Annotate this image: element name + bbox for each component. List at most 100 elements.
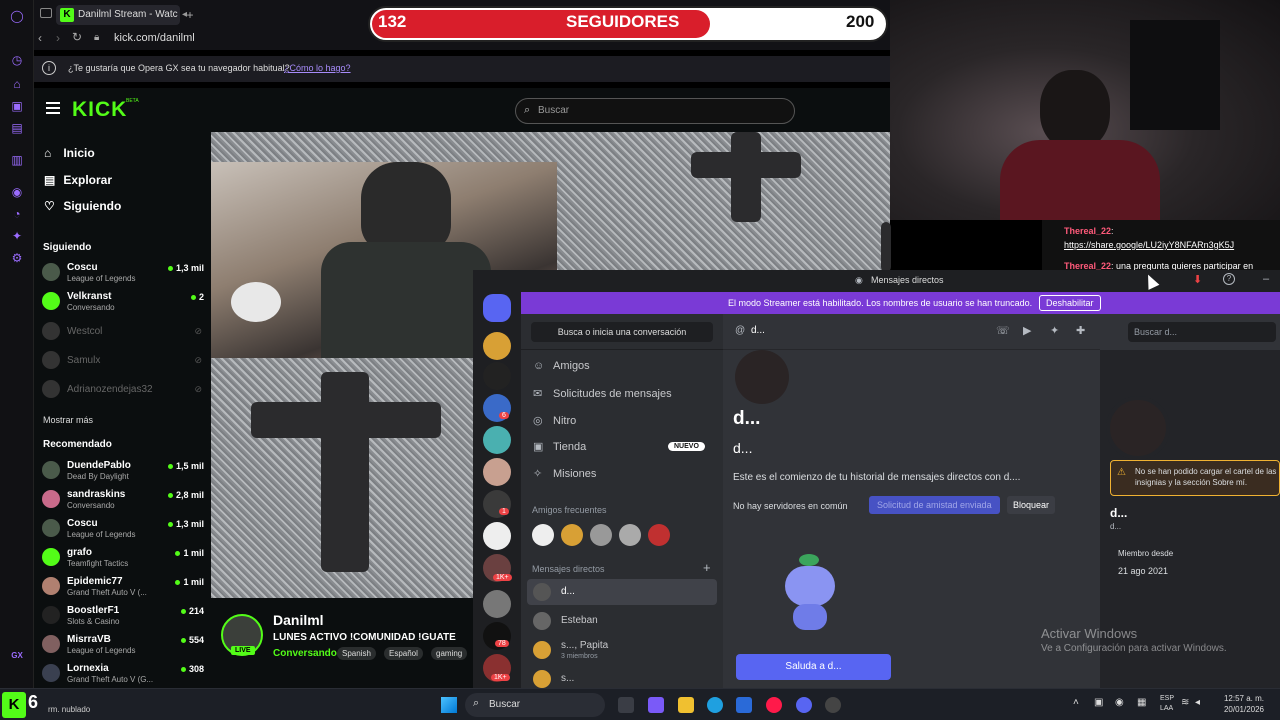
url-field[interactable]: kick.com/danilml <box>114 32 195 44</box>
workspace-icon[interactable] <box>40 8 52 18</box>
friend-request-sent-button[interactable]: Solicitud de amistad enviada <box>869 496 1000 514</box>
nav-amigos[interactable]: ☺ Amigos <box>533 360 590 372</box>
server-icon[interactable] <box>483 426 511 454</box>
following-channel[interactable]: Adrianozendejas32 ⊘ <box>42 377 204 403</box>
clock-date[interactable]: 20/01/2026 <box>1218 705 1264 714</box>
file-explorer-icon[interactable] <box>678 697 694 713</box>
help-icon[interactable]: ? <box>1223 273 1235 285</box>
tag-chip[interactable]: Español <box>384 647 423 660</box>
friend-avatar[interactable] <box>590 524 612 546</box>
dm-item[interactable]: s... <box>527 668 717 688</box>
conversation-search-input[interactable]: Buscar d... <box>1128 322 1276 342</box>
following-channel[interactable]: Samulx ⊘ <box>42 348 204 374</box>
infobar-link[interactable]: ¿Cómo lo hago? <box>284 63 351 73</box>
tray-app-icon[interactable]: ▦ <box>1137 697 1146 708</box>
server-icon[interactable] <box>483 362 511 390</box>
server-icon[interactable] <box>483 458 511 486</box>
opera-logo-icon[interactable]: ◯ <box>9 8 25 24</box>
recommended-channel[interactable]: grafo Teamfight Tactics 1 mil <box>42 545 204 571</box>
pin-icon[interactable]: ✦ <box>1050 324 1059 337</box>
recommended-channel[interactable]: MisrraVB League of Legends 554 <box>42 632 204 658</box>
wifi-icon[interactable]: ≋ <box>1181 697 1189 708</box>
friend-avatar[interactable] <box>561 524 583 546</box>
reload-icon[interactable]: ↻ <box>72 30 82 44</box>
volume-icon[interactable]: ◂ <box>1195 697 1200 708</box>
settings-gear-icon[interactable]: ⚙ <box>9 250 25 266</box>
tab-kick-stream[interactable]: K Danilml Stream - Watc <box>56 5 180 25</box>
add-friends-icon[interactable]: ✚ <box>1076 324 1085 337</box>
add-dm-button[interactable]: + <box>703 560 711 575</box>
tray-chevron-icon[interactable]: ˄ <box>1073 697 1079 708</box>
find-conversation-input[interactable]: Busca o inicia una conversación <box>531 322 713 342</box>
wave-button[interactable]: Saluda a d... <box>736 654 891 680</box>
back-arrow-icon[interactable]: ‹ <box>38 31 42 45</box>
language-indicator[interactable]: ESP <box>1160 695 1174 702</box>
show-more-link[interactable]: Mostrar más <box>43 415 93 425</box>
discord-taskbar-icon[interactable] <box>796 697 812 713</box>
stream-category[interactable]: Conversando <box>273 648 337 659</box>
nav-siguiendo[interactable]: ♡ Siguiendo <box>44 199 121 213</box>
controller-icon[interactable]: ▣ <box>9 98 25 114</box>
copilot-icon[interactable] <box>648 697 664 713</box>
clock-time[interactable]: 12:57 a. m. <box>1218 694 1264 703</box>
dm-item[interactable]: Esteban <box>527 608 717 634</box>
discord-home-icon[interactable] <box>483 294 511 322</box>
block-button[interactable]: Bloquear <box>1007 496 1056 514</box>
kick-logo[interactable]: KICK <box>72 98 127 122</box>
following-channel[interactable]: Velkranst Conversando 2 <box>42 289 204 315</box>
disable-streamer-button[interactable]: Deshabilitar <box>1039 295 1101 311</box>
opera-gx-icon[interactable] <box>766 697 782 713</box>
recommended-channel[interactable]: BoostlerF1 Slots & Casino 214 <box>42 603 204 629</box>
friend-avatar[interactable] <box>532 524 554 546</box>
server-icon[interactable] <box>483 522 511 550</box>
windows-start-icon[interactable] <box>441 697 457 713</box>
nav-misiones[interactable]: ✧ Misiones <box>533 467 596 480</box>
video-call-icon[interactable]: ▶ <box>1023 324 1031 337</box>
tray-app-icon[interactable]: ▣ <box>1094 697 1103 708</box>
call-icon[interactable]: ☏ <box>996 324 1010 337</box>
forward-arrow-icon[interactable]: › <box>56 31 60 45</box>
nav-tienda[interactable]: ▣ Tienda <box>533 440 586 453</box>
player-icon[interactable]: ◉ <box>9 184 25 200</box>
tray-app-icon[interactable]: ◉ <box>1115 697 1124 708</box>
nav-inicio[interactable]: ⌂ Inicio <box>44 146 95 160</box>
speed-dial-icon[interactable]: ◷ <box>9 52 25 68</box>
dm-item[interactable]: d... <box>527 579 717 605</box>
recommended-channel[interactable]: Epidemic77 Grand Theft Auto V (... 1 mil <box>42 574 204 600</box>
taskbar-search[interactable]: ⌕ Buscar <box>465 693 605 717</box>
task-view-icon[interactable] <box>618 697 634 713</box>
bag-icon[interactable]: ⌂ <box>9 76 25 92</box>
store-icon[interactable] <box>736 697 752 713</box>
extensions-icon[interactable]: ✦ <box>9 228 25 244</box>
history-icon[interactable]: ◔ <box>9 206 25 222</box>
channel-name[interactable]: Danilml <box>273 612 324 628</box>
recommended-channel[interactable]: Lornexia Grand Theft Auto V (G... 308 <box>42 661 204 687</box>
nav-nitro[interactable]: ◎ Nitro <box>533 414 576 427</box>
dm-item[interactable]: s..., Papita 3 miembros <box>527 636 717 666</box>
tag-chip[interactable]: Spanish <box>337 647 376 660</box>
language-indicator-sub[interactable]: LAA <box>1160 705 1173 712</box>
server-icon[interactable] <box>483 332 511 360</box>
chat-link[interactable]: https://share.google/LU2iyY8NFARn3gK5J <box>1064 240 1234 250</box>
recommended-channel[interactable]: DuendePablo Dead By Daylight 1,5 mil <box>42 458 204 484</box>
server-icon[interactable] <box>483 590 511 618</box>
kick-search-input[interactable]: ⌕ Buscar <box>515 98 795 124</box>
menu-hamburger-icon[interactable] <box>46 102 60 104</box>
messenger-icon[interactable]: ▤ <box>9 120 25 136</box>
friend-avatar[interactable] <box>619 524 641 546</box>
minimize-icon[interactable]: – <box>1263 273 1269 285</box>
new-tab-button[interactable]: + <box>184 5 196 25</box>
tag-chip[interactable]: gaming <box>431 647 468 660</box>
nav-explorar[interactable]: ▤ Explorar <box>44 173 112 187</box>
following-channel[interactable]: Coscu League of Legends 1,3 mil <box>42 260 204 286</box>
friend-avatar[interactable] <box>648 524 670 546</box>
nav-solicitudes[interactable]: ✉ Solicitudes de mensajes <box>533 387 672 400</box>
recommended-channel[interactable]: Coscu League of Legends 1,3 mil <box>42 516 204 542</box>
obs-icon[interactable] <box>825 697 841 713</box>
twitch-icon[interactable]: ▥ <box>9 152 25 168</box>
edge-icon[interactable] <box>707 697 723 713</box>
gx-corner-label[interactable]: GX <box>9 648 25 664</box>
following-channel[interactable]: Westcol ⊘ <box>42 319 204 345</box>
recommended-channel[interactable]: sandraskins Conversando 2,8 mil <box>42 487 204 513</box>
update-icon[interactable]: ⬇ <box>1193 273 1202 286</box>
